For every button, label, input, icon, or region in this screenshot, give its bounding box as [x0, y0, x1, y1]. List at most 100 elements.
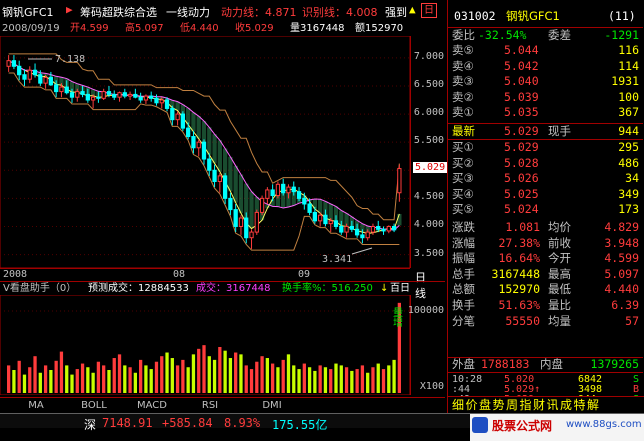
traded-volume: 成交：3167448	[196, 283, 271, 294]
stat-label: 均价	[548, 220, 571, 234]
volume-bar	[7, 365, 11, 393]
stat-row: 涨跌 1.081 均价 4.829	[448, 221, 643, 234]
volume-bar	[276, 367, 280, 393]
volume-bar	[123, 365, 127, 393]
candle-body	[323, 214, 328, 225]
candle-body	[291, 186, 296, 193]
latest-price: 5.029	[504, 124, 539, 138]
candle-body	[122, 92, 127, 97]
inner-label: 内盘	[540, 357, 563, 371]
volume-bar	[302, 363, 306, 393]
candle-body	[48, 77, 54, 86]
volume-bar	[12, 370, 16, 393]
sell-row: 卖⑤ 5.044 116	[448, 44, 643, 57]
candle-body	[275, 183, 281, 197]
volume-bar	[165, 352, 169, 393]
buy-level-label: 买⑤	[452, 202, 474, 216]
stat-label: 换手	[452, 298, 475, 312]
candle-body	[127, 93, 133, 97]
price-tick: 5.500	[413, 135, 444, 147]
candle-body	[391, 225, 397, 231]
volume-bar	[281, 359, 285, 393]
volume-bar	[28, 367, 32, 393]
stat-value: 55550	[505, 313, 540, 328]
date-label-08: 08	[173, 269, 186, 280]
candle-body	[101, 91, 106, 99]
volume-bar	[212, 359, 217, 393]
order-ratio-row: 委比 -32.54% 委差 -1291	[448, 27, 643, 42]
xianshou-label: 现手	[548, 124, 571, 138]
candle-body	[22, 74, 27, 80]
info-date: 2008/09/19	[2, 23, 60, 34]
volume-unit: X100	[419, 381, 444, 392]
volume-bar	[329, 369, 333, 393]
period-day-button[interactable]: 日	[421, 3, 437, 18]
stat-value: 4.829	[604, 220, 639, 234]
volume-bar	[234, 352, 238, 393]
outer-value: 1788183	[481, 357, 530, 371]
candle-body	[138, 96, 143, 101]
sell-volume: 114	[618, 58, 639, 73]
tick-row: 10:28 5.020 6842 S	[448, 375, 643, 385]
volume-bar	[286, 354, 291, 393]
volume-bar	[128, 367, 132, 393]
buy-row: 买② 5.028 486	[448, 156, 643, 170]
sell-price: 5.044	[504, 43, 539, 57]
watermark: 股票公式网 www.88gs.com	[470, 414, 644, 441]
sell-price: 5.039	[504, 89, 539, 104]
candle-body	[196, 141, 201, 149]
buy-row: 买① 5.029 295	[448, 141, 643, 154]
buy-price: 5.026	[504, 171, 539, 185]
recognize-line-value: 识别线：4.008	[302, 6, 378, 19]
quote-nav-bar[interactable]: 细价盘势周指财讯成特解	[448, 396, 644, 412]
candle-body	[254, 211, 259, 233]
sell-volume: 116	[618, 43, 639, 57]
buy-level-label: 买④	[452, 186, 474, 201]
volume-bar	[144, 365, 148, 393]
info-low: 低4.440	[180, 23, 219, 34]
sell-row: 卖④ 5.042 114	[448, 58, 643, 73]
volume-bar	[181, 359, 185, 393]
volume-bar	[33, 356, 37, 393]
stock-name[interactable]: 钢钒GFC1	[2, 4, 54, 20]
stat-value: 1.081	[505, 220, 540, 234]
stat-value: 152970	[498, 282, 540, 297]
indicator-tabs: MA BOLL MACD RSI DMI	[0, 397, 445, 414]
indicator-name[interactable]: 筹码超跌综合选	[80, 4, 157, 20]
weicha-label: 委差	[548, 28, 571, 42]
volume-bar	[265, 358, 269, 393]
chart-title-bar: 钢钒GFC1 ▶ 筹码超跌综合选 一线动力 动力线：4.871 识别线：4.00…	[0, 0, 445, 22]
sell-row: 卖② 5.039 100	[448, 89, 643, 104]
volume-bar	[313, 370, 317, 393]
candle-body	[64, 86, 69, 94]
price-tick: 4.000	[413, 219, 444, 231]
candle-body	[333, 220, 339, 227]
candle-body	[365, 231, 370, 239]
volume-bar	[334, 363, 338, 393]
candlestick-chart[interactable]: 7.138 3.341	[0, 36, 410, 268]
candle-body	[106, 91, 112, 95]
stat-label: 分笔	[452, 313, 475, 328]
volume-bar	[117, 354, 122, 393]
volume-chart[interactable]: 量增	[0, 295, 410, 395]
stat-label: 最低	[548, 282, 571, 297]
candle-body	[344, 225, 349, 233]
volume-bar	[191, 354, 196, 393]
sell-row: 卖① 5.035 367	[448, 106, 643, 119]
volume-bar	[239, 354, 243, 393]
candle-body	[381, 228, 386, 232]
volume-bar	[80, 363, 85, 393]
tab-dmi[interactable]: DMI	[236, 400, 308, 411]
volume-bar	[260, 356, 264, 393]
volume-bar	[75, 369, 79, 393]
volume-bar	[292, 365, 296, 393]
volume-bar	[65, 365, 69, 393]
hundred-day-label: 百日	[390, 283, 410, 294]
buy-price: 5.029	[504, 140, 539, 154]
sub-chart-title[interactable]: V看盘助手（0）	[3, 282, 76, 296]
candle-body	[339, 225, 344, 233]
date-label-2008: 2008	[3, 269, 28, 280]
sell-level-label: 卖②	[452, 89, 474, 104]
candle-body	[112, 93, 117, 98]
predicted-volume: 预测成交：12884533	[88, 283, 189, 294]
